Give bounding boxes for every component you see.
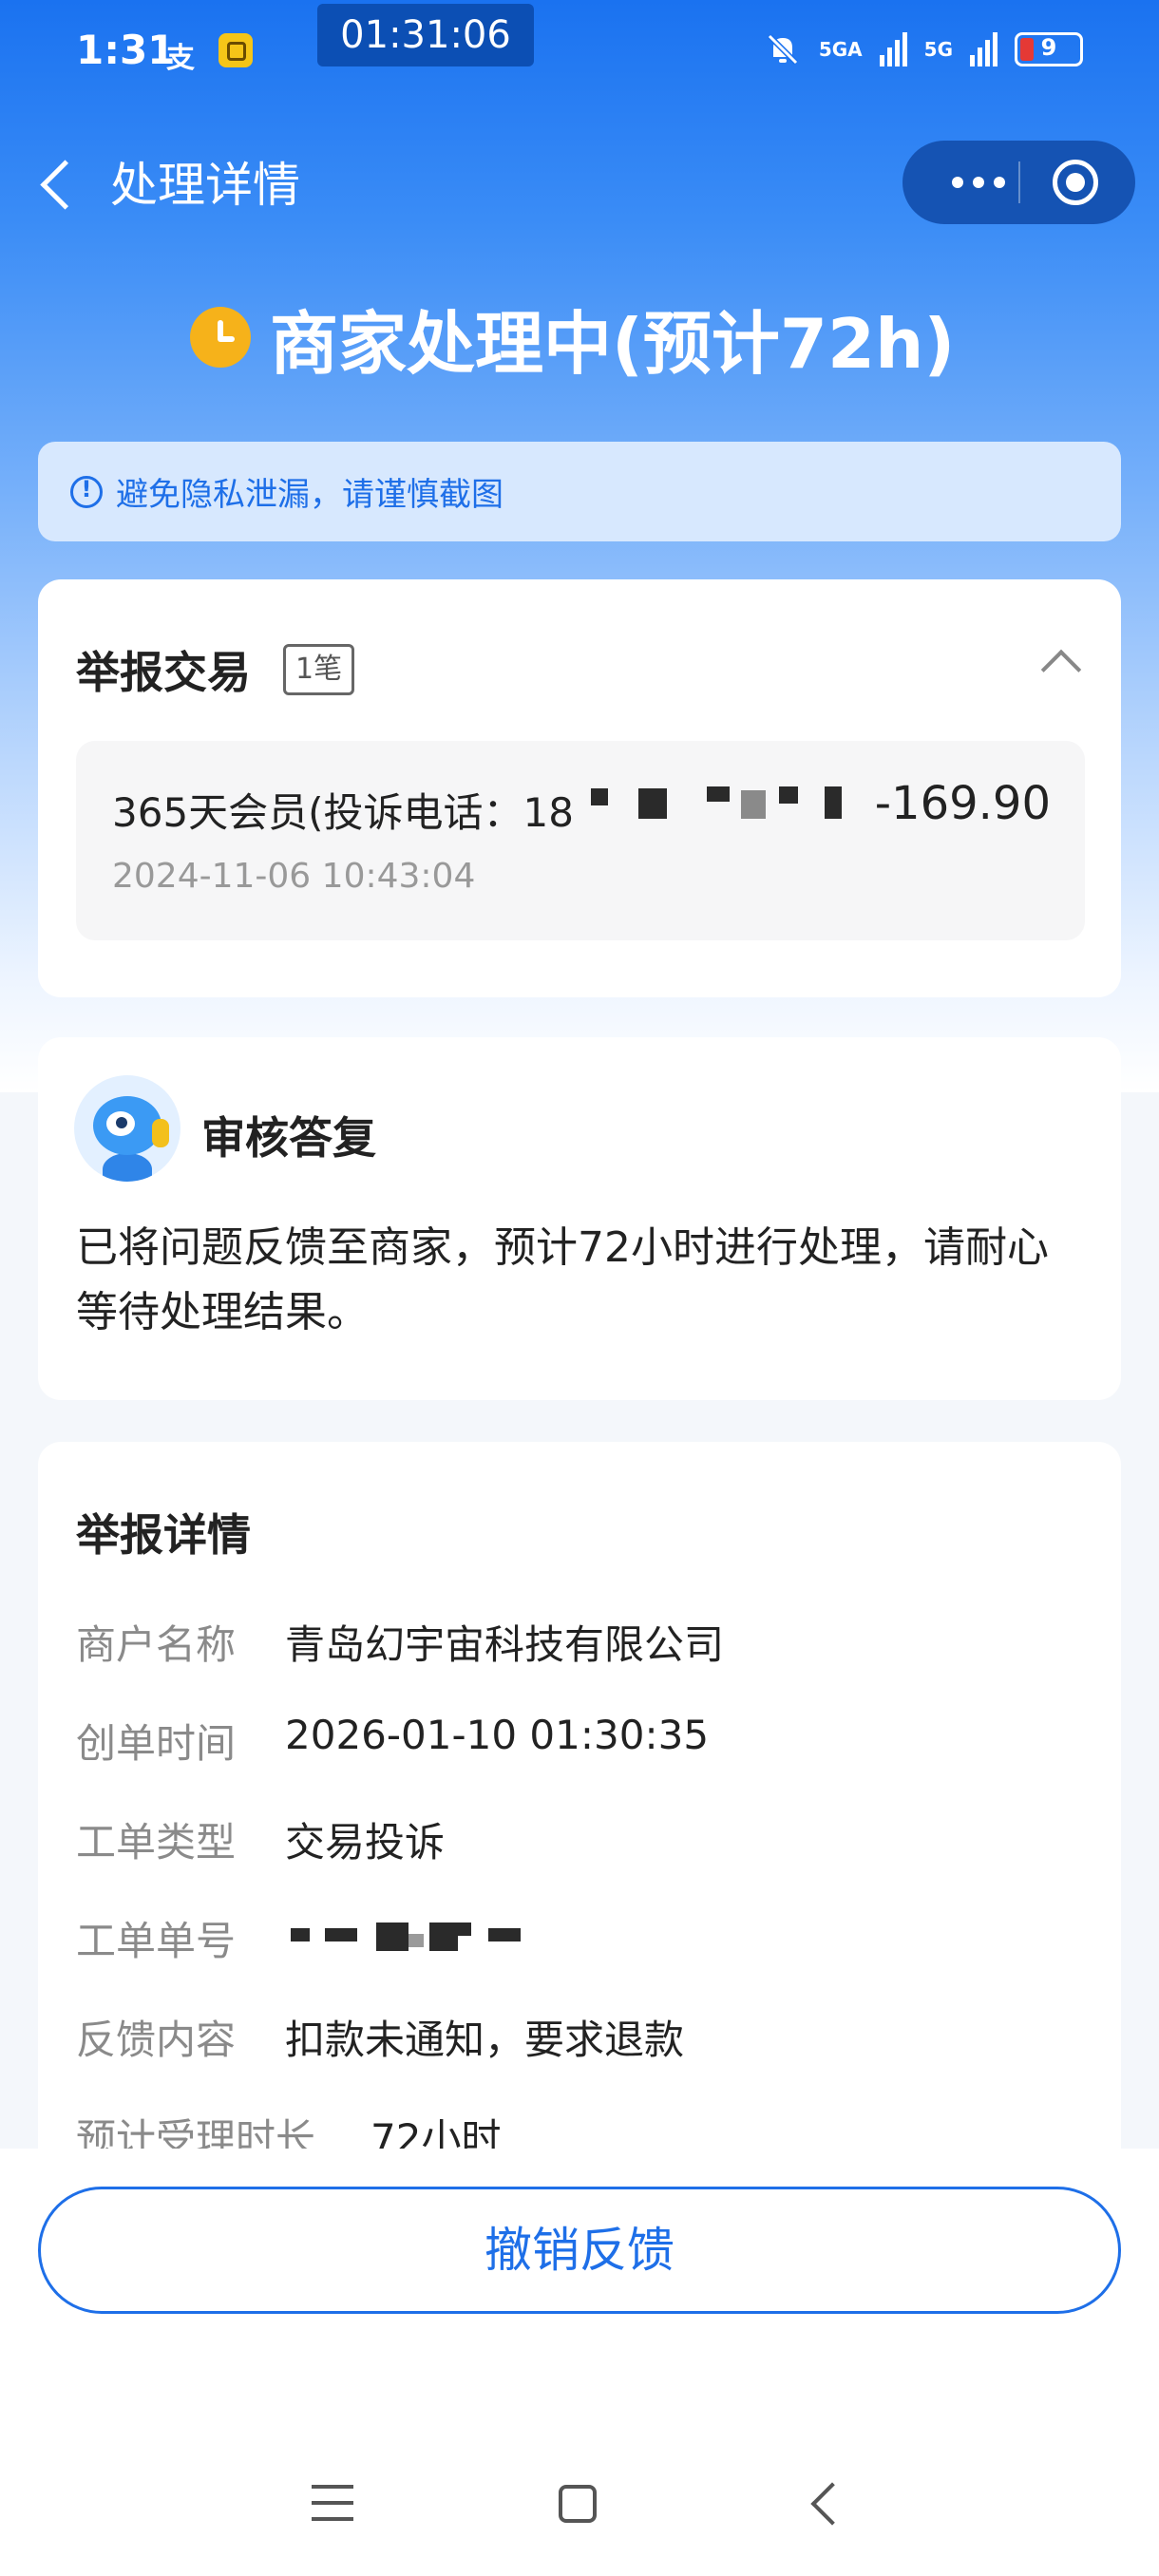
info-icon <box>70 475 103 508</box>
status-bar: 1:31 支 01:31:06 5GA 5G 9 <box>0 0 1159 104</box>
status-indicators: 5GA 5G 9 <box>764 25 1083 74</box>
network-5g-label: 5G <box>923 38 953 61</box>
close-target-icon[interactable] <box>1053 160 1098 205</box>
redaction-mask <box>456 1923 471 1936</box>
redaction-mask <box>291 1928 310 1941</box>
battery-level: 9 <box>1040 34 1057 61</box>
network-5ga-label: 5GA <box>818 38 863 61</box>
clock-icon <box>190 307 251 368</box>
detail-label: 工单类型 <box>76 1819 237 1866</box>
transaction-date: 2024-11-06 10:43:04 <box>112 857 476 896</box>
review-reply-card: 审核答复 已将问题反馈至商家，预计72小时进行处理，请耐心等待处理结果。 <box>38 1037 1121 1400</box>
redaction-mask <box>707 786 730 802</box>
redaction-mask <box>591 788 608 805</box>
detail-value: 扣款未通知，要求退款 <box>285 2017 685 2063</box>
processing-status: 商家处理中(预计72h) <box>190 294 955 384</box>
detail-label: 创单时间 <box>76 1720 237 1767</box>
review-text: 已将问题反馈至商家，预计72小时进行处理，请耐心等待处理结果。 <box>76 1223 1049 1336</box>
transaction-amount: -169.90 <box>874 777 1051 830</box>
section-title: 举报交易 <box>76 647 251 698</box>
detail-label: 工单单号 <box>76 1918 237 1964</box>
transaction-name: 365天会员(投诉电话：18 <box>112 789 574 836</box>
redaction-mask <box>376 1923 408 1951</box>
page-title: 处理详情 <box>110 158 300 213</box>
redaction-mask <box>408 1934 424 1947</box>
system-navigation-bar <box>0 2432 1159 2576</box>
detail-value: 2026-01-10 01:30:35 <box>285 1712 710 1758</box>
report-transaction-card: 举报交易 1笔 365天会员(投诉电话：18 -169.90 2024-11-0… <box>38 579 1121 997</box>
capsule-divider <box>1018 161 1020 203</box>
signal-icon-2 <box>970 32 998 66</box>
mute-bell-icon <box>767 33 798 66</box>
back-icon[interactable] <box>810 2482 854 2526</box>
detail-value: 青岛幻宇宙科技有限公司 <box>285 1621 725 1668</box>
assistant-avatar <box>74 1075 180 1182</box>
redaction-mask <box>779 786 798 804</box>
privacy-notice: 避免隐私泄漏，请谨慎截图 <box>38 442 1121 541</box>
more-icon[interactable] <box>940 141 1016 224</box>
report-details-card: 举报详情 商户名称 青岛幻宇宙科技有限公司 创单时间 2026-01-10 01… <box>38 1442 1121 2162</box>
status-time: 1:31 <box>76 27 176 73</box>
chevron-up-icon[interactable] <box>1040 649 1082 691</box>
menu-icon[interactable] <box>312 2485 353 2523</box>
redaction-mask <box>741 790 766 819</box>
redaction-mask <box>429 1923 458 1951</box>
count-badge: 1笔 <box>283 644 355 695</box>
status-text: 商家处理中(预计72h) <box>270 303 956 384</box>
miniapp-capsule <box>902 141 1135 224</box>
detail-label: 反馈内容 <box>76 2017 237 2063</box>
battery-icon: 9 <box>1015 32 1083 66</box>
section-title: 举报详情 <box>76 1509 251 1561</box>
back-button[interactable] <box>28 152 86 218</box>
revoke-feedback-button[interactable]: 撤销反馈 <box>38 2187 1121 2314</box>
review-title: 审核答复 <box>201 1112 376 1164</box>
redaction-mask <box>325 1928 357 1941</box>
signal-icon <box>879 32 907 66</box>
detail-label: 商户名称 <box>76 1621 237 1668</box>
home-icon[interactable] <box>559 2485 597 2523</box>
redaction-mask <box>638 788 667 819</box>
notice-text: 避免隐私泄漏，请谨慎截图 <box>116 476 504 514</box>
app-notification-icon <box>218 33 253 67</box>
detail-value: 交易投诉 <box>285 1819 446 1866</box>
alipay-icon: 支 <box>166 42 195 75</box>
transaction-item[interactable]: 365天会员(投诉电话：18 -169.90 2024-11-06 10:43:… <box>76 741 1085 940</box>
redaction-mask <box>488 1928 521 1941</box>
recording-timer: 01:31:06 <box>317 4 534 66</box>
redaction-mask <box>825 786 842 819</box>
